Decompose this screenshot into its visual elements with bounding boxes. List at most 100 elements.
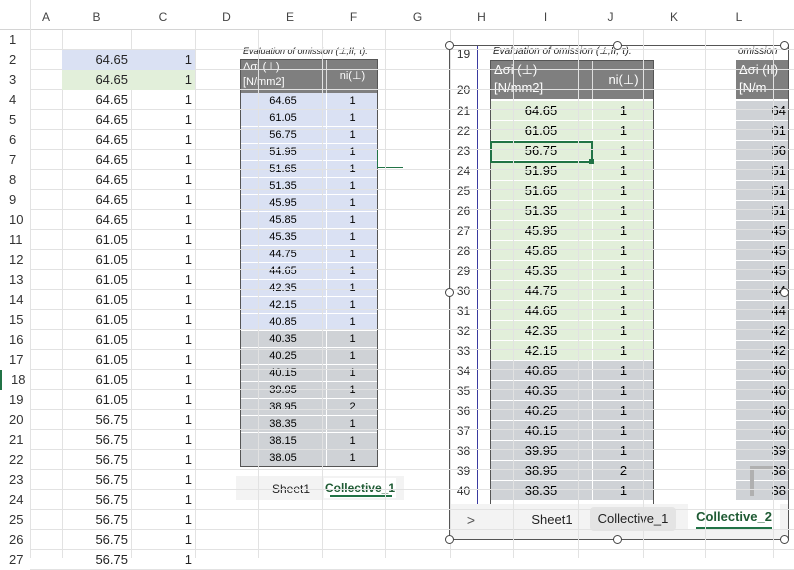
cell-b12[interactable]: 61.05 <box>62 250 131 270</box>
embed2-row-header-23[interactable]: 23 <box>450 141 477 161</box>
embed2-row-header-31[interactable]: 31 <box>450 301 477 321</box>
embed2-count-cell[interactable]: 1 <box>592 201 654 221</box>
row-header-2[interactable]: 2 <box>0 50 30 70</box>
embed2-count-cell[interactable]: 1 <box>592 161 654 181</box>
cell-b22[interactable]: 56.75 <box>62 450 131 470</box>
cell-b2[interactable]: 64.65 <box>62 50 131 70</box>
column-header-a[interactable]: A <box>30 0 62 30</box>
row-header-27[interactable]: 27 <box>0 550 30 570</box>
row-header-21[interactable]: 21 <box>0 430 30 450</box>
cell-b7[interactable]: 64.65 <box>62 150 131 170</box>
cell-b11[interactable]: 61.05 <box>62 230 131 250</box>
row-header-15[interactable]: 15 <box>0 310 30 330</box>
row-header-6[interactable]: 6 <box>0 130 30 150</box>
cell-c4[interactable]: 1 <box>131 90 195 110</box>
row-header-3[interactable]: 3 <box>0 70 30 90</box>
resize-handle-4[interactable] <box>780 288 789 297</box>
row-header-24[interactable]: 24 <box>0 490 30 510</box>
row-header-22[interactable]: 22 <box>0 450 30 470</box>
cell-c15[interactable]: 1 <box>131 310 195 330</box>
embed2-value-cell[interactable]: 40.15 <box>490 421 592 441</box>
cell-c5[interactable]: 1 <box>131 110 195 130</box>
embed2-col-l-cell[interactable]: 40 <box>736 381 788 401</box>
cell-c7[interactable]: 1 <box>131 150 195 170</box>
column-header-g[interactable]: G <box>385 0 450 30</box>
cell-b10[interactable]: 64.65 <box>62 210 131 230</box>
column-header-c[interactable]: C <box>131 0 195 30</box>
row-header-23[interactable]: 23 <box>0 470 30 490</box>
embed2-row-header-20[interactable]: 20 <box>450 80 477 100</box>
cell-c22[interactable]: 1 <box>131 450 195 470</box>
embed2-value-cell[interactable]: 51.35 <box>490 201 592 221</box>
cell-c20[interactable]: 1 <box>131 410 195 430</box>
cell-c9[interactable]: 1 <box>131 190 195 210</box>
embed2-count-cell[interactable]: 1 <box>592 381 654 401</box>
cell-b23[interactable]: 56.75 <box>62 470 131 490</box>
column-header-d[interactable]: D <box>195 0 258 30</box>
embed2-value-cell[interactable]: 38.35 <box>490 481 592 501</box>
embed2-row-header-26[interactable]: 26 <box>450 201 477 221</box>
embed2-row-header-29[interactable]: 29 <box>450 261 477 281</box>
row-header-4[interactable]: 4 <box>0 90 30 110</box>
resize-handle-7[interactable] <box>780 535 789 544</box>
row-header-13[interactable]: 13 <box>0 270 30 290</box>
embed2-col-l-cell[interactable]: 64 <box>736 101 788 121</box>
cell-c11[interactable]: 1 <box>131 230 195 250</box>
cell-c1[interactable] <box>131 30 195 50</box>
embed2-value-cell[interactable]: 44.65 <box>490 301 592 321</box>
embed2-value-cell[interactable]: 64.65 <box>490 101 592 121</box>
column-header-f[interactable]: F <box>322 0 385 30</box>
cell-b15[interactable]: 61.05 <box>62 310 131 330</box>
embed2-value-cell[interactable]: 40.35 <box>490 381 592 401</box>
embed2-value-cell[interactable]: 51.95 <box>490 161 592 181</box>
embed2-col-l-cell[interactable]: 39 <box>736 441 788 461</box>
row-header-10[interactable]: 10 <box>0 210 30 230</box>
embed2-count-cell[interactable]: 1 <box>592 421 654 441</box>
embed2-row-header-36[interactable]: 36 <box>450 401 477 421</box>
embed2-row-header-39[interactable]: 39 <box>450 461 477 481</box>
cell-b9[interactable]: 64.65 <box>62 190 131 210</box>
embed2-row-header-30[interactable]: 30 <box>450 281 477 301</box>
cell-c24[interactable]: 1 <box>131 490 195 510</box>
embed2-count-cell[interactable]: 1 <box>592 141 654 161</box>
cell-c18[interactable]: 1 <box>131 370 195 390</box>
cell-b8[interactable]: 64.65 <box>62 170 131 190</box>
cell-c8[interactable]: 1 <box>131 170 195 190</box>
embed2-col-l-cell[interactable]: 44 <box>736 301 788 321</box>
embed2-row-header-21[interactable]: 21 <box>450 101 477 121</box>
column-header-h[interactable]: H <box>450 0 513 30</box>
embed2-count-cell[interactable]: 1 <box>592 261 654 281</box>
embed2-value-cell[interactable]: 61.05 <box>490 121 592 141</box>
cell-c21[interactable]: 1 <box>131 430 195 450</box>
embed2-col-l-cell[interactable]: 45 <box>736 221 788 241</box>
resize-handle-1[interactable] <box>613 41 622 50</box>
cell-c2[interactable]: 1 <box>131 50 195 70</box>
embed2-col-l-cell[interactable]: 42 <box>736 341 788 361</box>
cell-c3[interactable]: 1 <box>131 70 195 90</box>
embed2-nav-arrow[interactable]: > <box>464 512 478 528</box>
embed2-col-l-cell[interactable]: 40 <box>736 401 788 421</box>
column-header-b[interactable]: B <box>62 0 131 30</box>
cell-c12[interactable]: 1 <box>131 250 195 270</box>
embed2-row-header-34[interactable]: 34 <box>450 361 477 381</box>
embed2-count-cell[interactable]: 2 <box>592 461 654 481</box>
cell-b13[interactable]: 61.05 <box>62 270 131 290</box>
embed2-value-cell[interactable]: 40.25 <box>490 401 592 421</box>
row-header-12[interactable]: 12 <box>0 250 30 270</box>
cell-b20[interactable]: 56.75 <box>62 410 131 430</box>
column-header-k[interactable]: K <box>643 0 705 30</box>
embed2-col-l-cell[interactable]: 40 <box>736 421 788 441</box>
embed2-count-cell[interactable]: 1 <box>592 481 654 501</box>
embed2-count-cell[interactable]: 1 <box>592 401 654 421</box>
row-header-17[interactable]: 17 <box>0 350 30 370</box>
resize-handle-5[interactable] <box>445 535 454 544</box>
embed2-count-cell[interactable]: 1 <box>592 101 654 121</box>
embed2-row-header-28[interactable]: 28 <box>450 241 477 261</box>
embed2-count-cell[interactable]: 1 <box>592 361 654 381</box>
cell-c16[interactable]: 1 <box>131 330 195 350</box>
cell-c23[interactable]: 1 <box>131 470 195 490</box>
cell-b6[interactable]: 64.65 <box>62 130 131 150</box>
embed2-col-l-cell[interactable]: 51 <box>736 161 788 181</box>
cell-c25[interactable]: 1 <box>131 510 195 530</box>
cell-c14[interactable]: 1 <box>131 290 195 310</box>
